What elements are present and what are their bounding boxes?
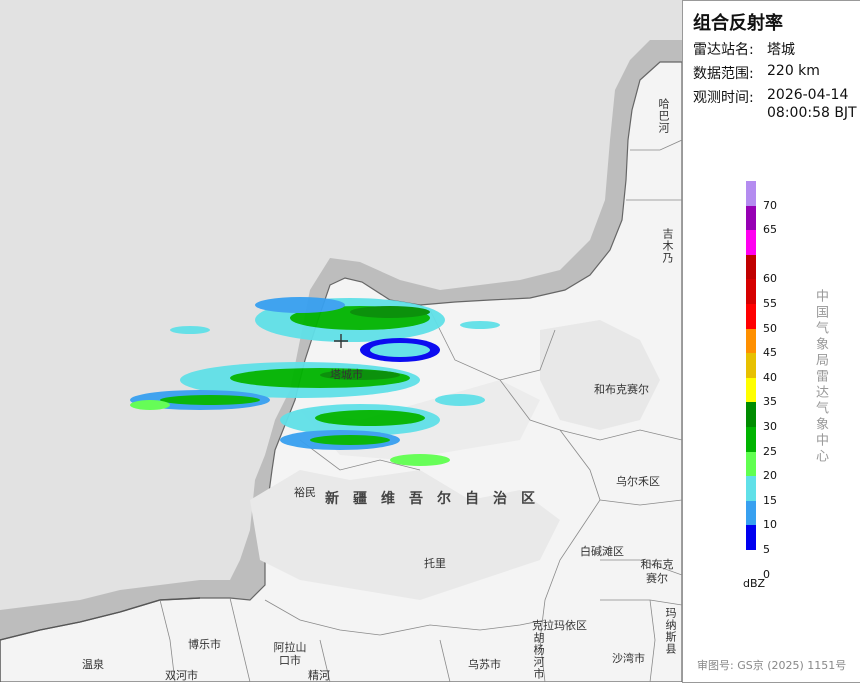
time-label: 观测时间: <box>693 90 754 106</box>
legend-tick-label: 20 <box>763 469 777 483</box>
legend-tick-label: 50 <box>763 321 777 335</box>
legend-unit: dBZ <box>743 577 766 590</box>
legend-swatch <box>746 426 756 452</box>
legend-tick-label: 5 <box>763 543 770 556</box>
legend-tick-label: 30 <box>763 420 777 433</box>
time-clock: 08:00:58 BJT <box>767 105 857 121</box>
review-number: 审图号: GS京 (2025) 1151号 <box>697 659 847 672</box>
legend-swatch <box>746 230 756 255</box>
place-wenquan: 温泉 <box>82 658 104 671</box>
legend-swatch <box>746 353 756 378</box>
place-wuerhe: 乌尔禾区 <box>616 475 660 488</box>
legend-tick-label: 10 <box>763 518 777 532</box>
credit-text: 中国气象局雷达气象中心 <box>813 289 828 465</box>
place-kelamayi: 克拉玛依区 <box>532 619 587 632</box>
legend-swatch <box>746 181 756 206</box>
place-jimunai: 吉木乃 <box>661 228 674 264</box>
range-value: 220 km <box>767 63 820 79</box>
legend-swatch <box>746 476 756 501</box>
legend-tick-label: 70 <box>763 198 777 212</box>
place-hebukesaier-2: 和布克赛尔 <box>640 558 674 585</box>
legend-swatch <box>746 205 756 231</box>
legend-swatch <box>746 303 756 329</box>
place-wusu: 乌苏市 <box>468 658 501 671</box>
time-date: 2026-04-14 <box>767 87 849 103</box>
legend-tick-label: 25 <box>763 444 777 458</box>
place-yumin: 裕民 <box>294 486 316 499</box>
legend-swatch <box>746 377 756 403</box>
legend-swatch <box>746 451 756 477</box>
legend-swatch <box>746 328 756 354</box>
map-canvas <box>0 0 682 682</box>
place-habahe: 哈巴河 <box>657 98 670 134</box>
time-row: 观测时间: 2026-04-14 08:00:58 BJT <box>693 87 857 121</box>
place-tacheng: 塔城市 <box>330 368 363 381</box>
legend-tick-label: 15 <box>763 493 777 507</box>
legend-swatch <box>746 254 756 280</box>
legend-tick-label: 35 <box>763 395 777 409</box>
place-alashankou: 阿拉山口市 <box>273 641 307 667</box>
legend-tick-label: 55 <box>763 297 777 310</box>
legend-swatch <box>746 402 756 427</box>
place-shawan: 沙湾市 <box>612 652 645 665</box>
legend-swatch <box>746 279 756 304</box>
range-row: 数据范围: 220 km <box>693 63 820 83</box>
place-bole: 博乐市 <box>188 638 221 651</box>
info-panel: 组合反射率 雷达站名: 塔城 数据范围: 220 km 观测时间: 2026-0… <box>682 0 860 683</box>
region-label: 新疆维吾尔自治区 <box>325 491 549 507</box>
place-baijiantan: 白碱滩区 <box>580 545 624 558</box>
product-title: 组合反射率 <box>693 13 783 34</box>
station-value: 塔城 <box>767 42 795 58</box>
place-manasi: 玛纳斯县 <box>664 607 677 655</box>
legend-tick-label: 45 <box>763 346 777 360</box>
legend-tick-label: 40 <box>763 370 777 384</box>
range-label: 数据范围: <box>693 66 754 82</box>
station-label: 雷达站名: <box>693 42 754 58</box>
legend-tick-label: 65 <box>763 223 777 237</box>
place-huyanghe: 胡杨河市 <box>532 632 545 680</box>
legend-swatch <box>746 500 756 526</box>
station-row: 雷达站名: 塔城 <box>693 39 795 59</box>
radar-map[interactable]: 哈巴河 吉木乃 和布克赛尔 塔城市 裕民 乌尔禾区 白碱滩区 和布克赛尔 托里 … <box>0 0 682 682</box>
color-legend <box>746 181 756 550</box>
legend-swatch <box>746 525 756 550</box>
legend-tick-label: 60 <box>763 272 777 286</box>
place-hebukesaier: 和布克赛尔 <box>594 383 649 396</box>
place-jinghe: 精河 <box>308 669 330 682</box>
place-tuoli: 托里 <box>424 557 446 570</box>
place-shuanghe: 双河市 <box>165 669 198 682</box>
